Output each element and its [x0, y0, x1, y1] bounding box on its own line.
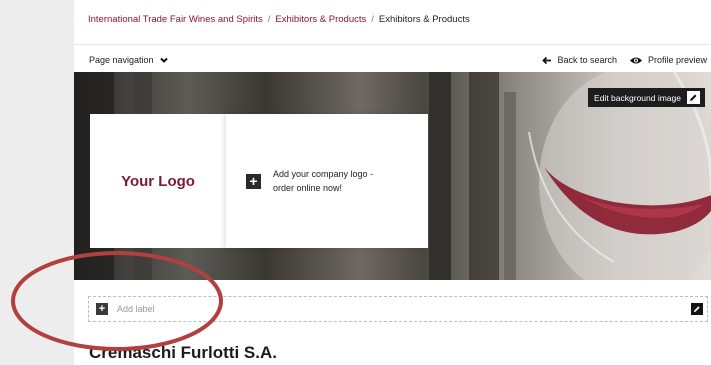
eye-icon — [629, 57, 642, 63]
add-logo-text: Add your company logo - order online now… — [273, 169, 374, 193]
logo-placeholder: Your Logo — [90, 114, 226, 248]
label-bar: + Add label — [88, 296, 708, 322]
arrow-left-icon — [542, 56, 552, 64]
breadcrumb-link-trade-fair[interactable]: International Trade Fair Wines and Spiri… — [88, 14, 263, 25]
logo-placeholder-text: Your Logo — [121, 172, 195, 190]
add-company-logo-button[interactable]: + Add your company logo - order online n… — [226, 114, 428, 248]
breadcrumb-separator: / — [371, 14, 374, 25]
breadcrumb-link-exhibitors[interactable]: Exhibitors & Products — [275, 14, 366, 25]
page-navigation-label: Page navigation — [89, 55, 154, 65]
breadcrumb-current: Exhibitors & Products — [378, 14, 470, 25]
edit-background-button[interactable]: Edit background image — [588, 88, 705, 107]
header-actions: Back to search Profile preview — [542, 55, 707, 65]
breadcrumb: International Trade Fair Wines and Spiri… — [88, 14, 470, 25]
company-name: Cremaschi Furlotti S.A. — [89, 343, 277, 362]
plus-icon[interactable]: + — [96, 303, 108, 315]
page-navigation-dropdown[interactable]: Page navigation — [89, 55, 169, 65]
breadcrumb-separator: / — [267, 14, 271, 25]
profile-preview-label: Profile preview — [647, 55, 707, 65]
exhibitor-profile-page: International Trade Fair Wines and Spiri… — [74, 0, 711, 365]
hero-background-image: Edit background image Your Logo + Add yo… — [74, 72, 711, 280]
edit-background-label: Edit background image — [594, 92, 681, 103]
chevron-down-icon — [159, 57, 168, 63]
profile-preview-link[interactable]: Profile preview — [629, 55, 707, 65]
pencil-icon[interactable] — [691, 303, 703, 315]
back-to-search-link[interactable]: Back to search — [542, 55, 617, 65]
plus-icon: + — [246, 173, 261, 189]
add-label-link[interactable]: Add label — [117, 304, 155, 314]
pencil-icon — [687, 91, 700, 104]
back-to-search-label: Back to search — [557, 55, 617, 65]
header-divider — [74, 44, 711, 45]
